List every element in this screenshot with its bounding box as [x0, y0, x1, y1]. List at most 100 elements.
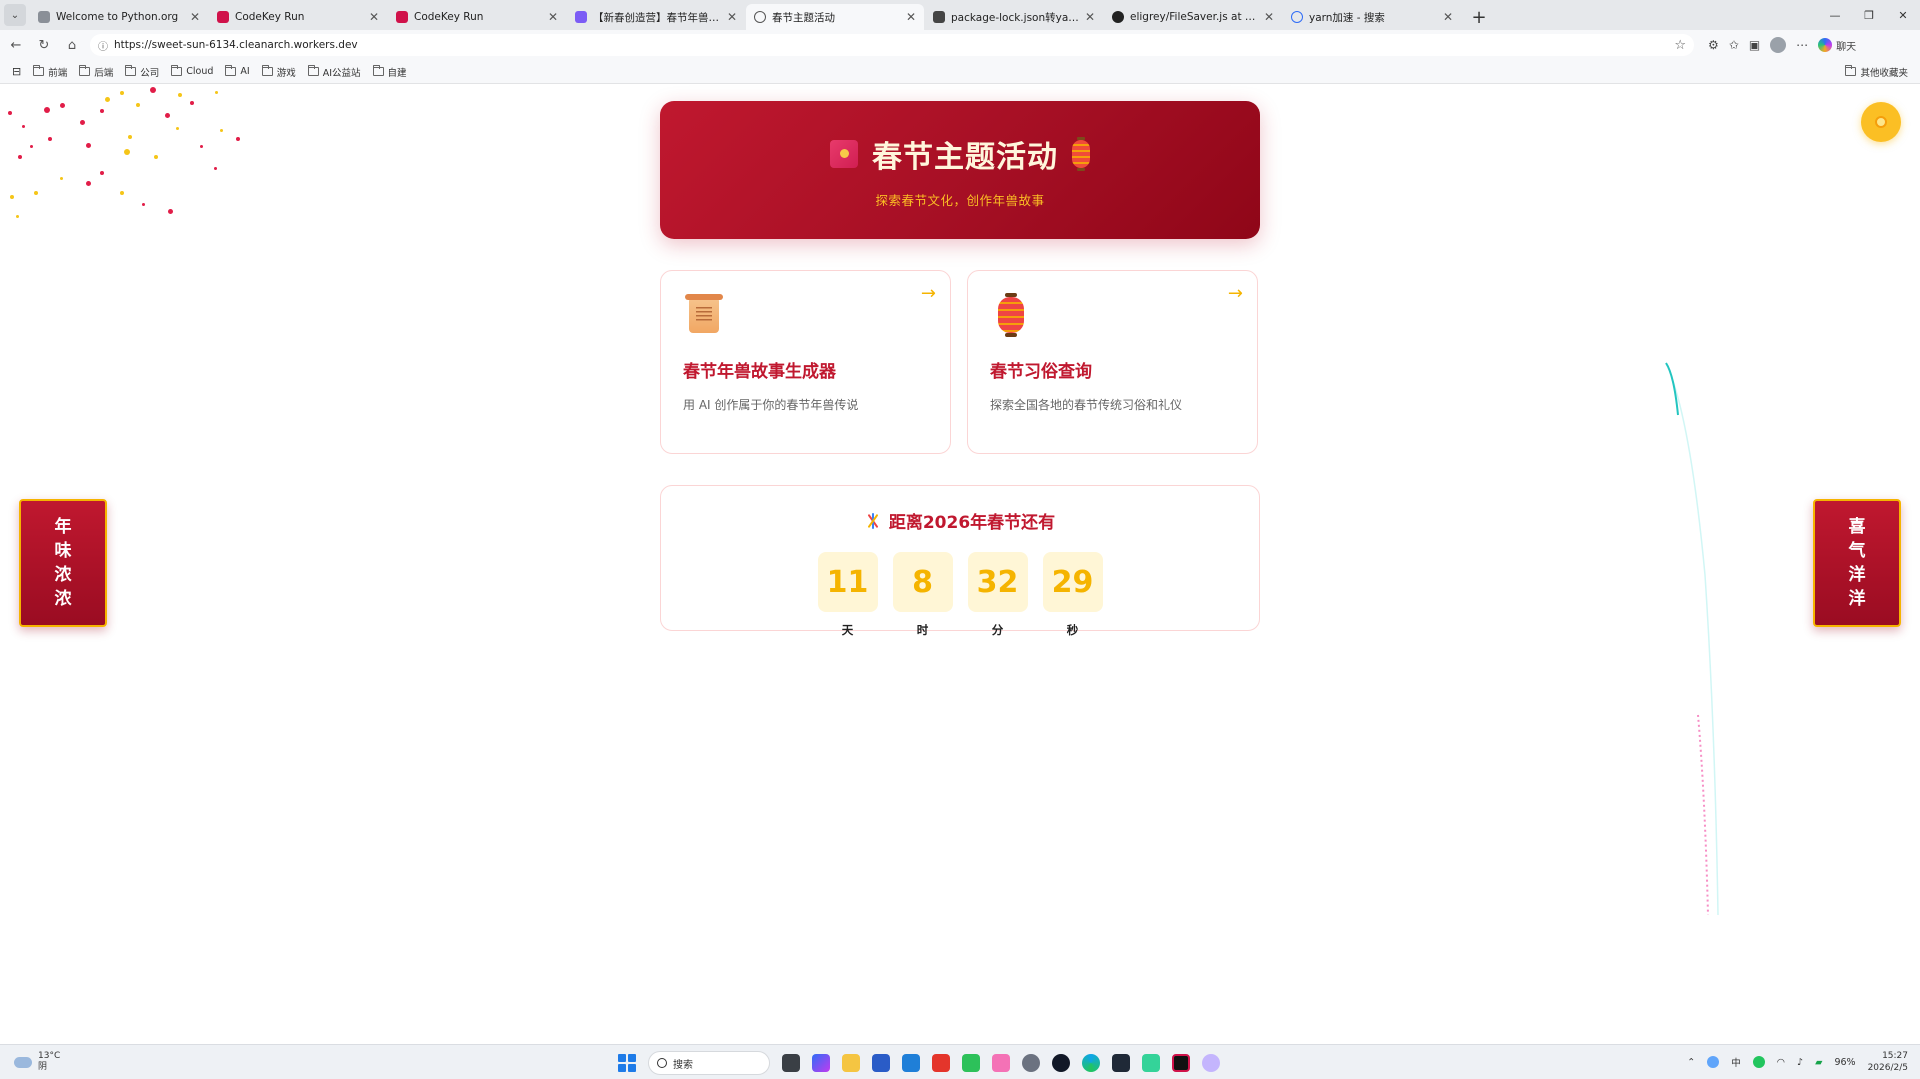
- music-toggle-button[interactable]: [1861, 102, 1901, 142]
- taskbar-apps: 搜索: [618, 1050, 1220, 1076]
- terminal-icon[interactable]: [1112, 1054, 1130, 1072]
- customs-query-card[interactable]: → 春节习俗查询 探索全国各地的春节传统习俗和礼仪: [967, 270, 1258, 454]
- folder-icon: [171, 65, 183, 76]
- tab-title: 【新春创造营】春节年兽故事生成: [593, 11, 721, 24]
- red-envelope-icon: [830, 139, 858, 168]
- copilot-chat-button[interactable]: 聊天: [1818, 38, 1856, 53]
- arrow-left-icon: ←: [10, 37, 22, 53]
- ime-indicator[interactable]: 中: [1731, 1055, 1741, 1069]
- tab-actions-menu[interactable]: ⌄: [4, 4, 26, 26]
- arrow-right-icon: →: [920, 283, 936, 304]
- favorites-icon[interactable]: ✩: [1729, 38, 1739, 52]
- cloud-icon: [14, 1056, 32, 1068]
- chat-app-icon[interactable]: [1142, 1054, 1160, 1072]
- wps-icon[interactable]: [932, 1054, 950, 1072]
- qq-icon[interactable]: [1052, 1054, 1070, 1072]
- browser-tab[interactable]: 【新春创造营】春节年兽故事生成 ✕: [567, 4, 745, 30]
- taskbar-search-input[interactable]: 搜索: [648, 1051, 770, 1075]
- home-button[interactable]: ⌂: [60, 33, 84, 57]
- bookmark-label: 其他收藏夹: [1860, 67, 1908, 79]
- close-icon[interactable]: ✕: [1085, 10, 1095, 24]
- close-icon[interactable]: ✕: [548, 10, 558, 24]
- copilot-app-icon[interactable]: [812, 1054, 830, 1072]
- volume-icon[interactable]: ♪: [1797, 1057, 1803, 1068]
- bookmark-folder[interactable]: AI公益站: [307, 65, 361, 79]
- weather-widget[interactable]: 13°C 阴: [14, 1051, 60, 1073]
- browser-tab[interactable]: CodeKey Run ✕: [388, 4, 566, 30]
- close-icon[interactable]: ✕: [727, 10, 737, 24]
- card-title: 春节习俗查询: [990, 362, 1092, 382]
- firework-spark: [120, 91, 124, 95]
- spiral-favicon-icon: [575, 11, 587, 23]
- bookmark-folder[interactable]: AI: [225, 65, 250, 77]
- bookmark-folder[interactable]: 后端: [79, 65, 113, 79]
- sync-icon[interactable]: [1752, 1056, 1765, 1068]
- close-icon[interactable]: ✕: [190, 10, 200, 24]
- browser-tab[interactable]: eligrey/FileSaver.js at 1.3.8 ✕: [1104, 4, 1282, 30]
- outlook-icon[interactable]: [902, 1054, 920, 1072]
- task-view-icon[interactable]: [782, 1054, 800, 1072]
- close-window-icon[interactable]: ✕: [1886, 9, 1920, 22]
- countdown-seconds: 29 秒: [1042, 552, 1103, 638]
- couplet-char: 洋: [1848, 565, 1866, 585]
- browser-tab[interactable]: CodeKey Run ✕: [209, 4, 387, 30]
- cloud-sync-icon[interactable]: [1707, 1056, 1720, 1068]
- close-icon[interactable]: ✕: [1443, 10, 1453, 24]
- firework-icon: [865, 512, 881, 529]
- countdown-label: 时: [916, 623, 929, 637]
- browser-tab[interactable]: package-lock.json转yarn.lock方法 ✕: [925, 4, 1103, 30]
- codekey-app-icon[interactable]: [1172, 1054, 1190, 1072]
- taskbar: 13°C 阴 搜索 ⌃ 中 ◠ ♪ ▰ 96% 15:27 2026/2/5: [0, 1044, 1920, 1079]
- site-info-icon[interactable]: ⓘ: [98, 38, 108, 53]
- profile-avatar[interactable]: [1770, 37, 1787, 53]
- new-tab-button[interactable]: +: [1466, 4, 1492, 30]
- settings-gear-icon[interactable]: [1022, 1054, 1040, 1072]
- page-favicon-icon: [933, 11, 945, 23]
- restore-icon[interactable]: ❐: [1852, 9, 1886, 22]
- bookmark-folder[interactable]: 前端: [33, 65, 67, 79]
- clock-time: 15:27: [1882, 1051, 1908, 1061]
- couplet-char: 年: [54, 517, 72, 537]
- chevron-up-icon[interactable]: ⌃: [1687, 1057, 1695, 1068]
- back-button[interactable]: ←: [4, 33, 28, 57]
- firework-spark: [10, 195, 14, 199]
- edge-icon[interactable]: [1082, 1054, 1100, 1072]
- store-icon[interactable]: [872, 1054, 890, 1072]
- minimize-icon[interactable]: —: [1818, 9, 1852, 22]
- file-explorer-icon[interactable]: [842, 1054, 860, 1072]
- wifi-icon[interactable]: ◠: [1777, 1057, 1785, 1068]
- bookmark-folder[interactable]: 游戏: [261, 65, 296, 79]
- extensions-icon[interactable]: ⚙: [1708, 38, 1719, 52]
- browser-tab[interactable]: yarn加速 - 搜索 ✕: [1283, 4, 1461, 30]
- cat-app-icon[interactable]: [1202, 1054, 1220, 1072]
- favorite-star-icon[interactable]: ☆: [1674, 38, 1686, 53]
- hero-banner: 春节主题活动 探索春节文化，创作年兽故事: [660, 101, 1260, 239]
- firework-spark: [176, 127, 179, 130]
- bookmark-folder[interactable]: 自建: [372, 65, 407, 79]
- refresh-button[interactable]: ↻: [32, 33, 56, 57]
- url-input[interactable]: ⓘ https://sweet-sun-6134.cleanarch.worke…: [90, 34, 1694, 56]
- firework-spark: [80, 120, 85, 125]
- browser-tab[interactable]: Welcome to Python.org ✕: [30, 4, 208, 30]
- countdown-panel: 距离2026年春节还有 11 天 8 时 32 分 29 秒: [660, 485, 1260, 637]
- firework-spark: [105, 97, 110, 102]
- couplet-char: 浓: [54, 565, 72, 585]
- countdown-values: 11 天 8 时 32 分 29 秒: [661, 552, 1259, 638]
- bookmark-folder[interactable]: Cloud: [171, 65, 213, 77]
- close-icon[interactable]: ✕: [906, 10, 916, 24]
- close-icon[interactable]: ✕: [1264, 10, 1274, 24]
- bookmark-folder[interactable]: 公司: [125, 65, 159, 79]
- bookmarks-toggle-icon[interactable]: ⊟: [12, 65, 21, 78]
- countdown-label: 秒: [1066, 623, 1079, 637]
- system-clock[interactable]: 15:27 2026/2/5: [1868, 1050, 1908, 1074]
- wechat-icon[interactable]: [962, 1054, 980, 1072]
- close-icon[interactable]: ✕: [369, 10, 379, 24]
- photo-app-icon[interactable]: [992, 1054, 1010, 1072]
- browser-tab-active[interactable]: 春节主题活动 ✕: [746, 4, 924, 30]
- more-menu-icon[interactable]: ⋯: [1796, 38, 1808, 52]
- story-generator-card[interactable]: → 春节年兽故事生成器 用 AI 创作属于你的春节年兽传说: [660, 270, 951, 454]
- windows-start-icon[interactable]: [618, 1054, 636, 1072]
- firework-spark: [154, 155, 158, 159]
- collections-icon[interactable]: ▣: [1749, 38, 1760, 52]
- other-bookmarks-folder[interactable]: 其他收藏夹: [1845, 65, 1908, 79]
